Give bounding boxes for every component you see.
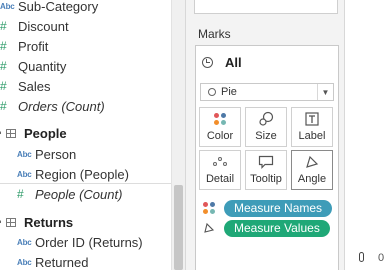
color-dots-icon (214, 110, 226, 128)
filters-card[interactable] (194, 0, 338, 14)
field-label: Person (35, 146, 77, 162)
color-dots-icon (202, 202, 216, 214)
dimension-abc-icon: Abc (17, 149, 32, 159)
field-label: Returned (35, 254, 89, 270)
field-quantity[interactable]: # Quantity (0, 56, 66, 76)
field-profit[interactable]: # Profit (0, 36, 48, 56)
data-pane-scrollbar[interactable] (171, 0, 185, 270)
size-button-label: Size (255, 130, 277, 142)
measure-names-shelf: Measure Names (202, 199, 333, 217)
mark-type-value: Pie (221, 86, 237, 98)
label-button-label: Label (298, 130, 326, 142)
angle-button-label: Angle (297, 173, 327, 185)
marks-card-title: Marks (198, 27, 231, 41)
axis-zero-marker (359, 252, 364, 262)
pie-mark-icon (202, 57, 213, 68)
measure-hash-icon: # (0, 79, 7, 93)
detail-dots-icon (213, 153, 227, 171)
table-people[interactable]: ▪ People (0, 123, 67, 143)
table-title: Returns (24, 214, 74, 230)
field-sales[interactable]: # Sales (0, 76, 51, 96)
detail-button-label: Detail (205, 173, 235, 185)
marks-all-label: All (225, 55, 242, 70)
angle-icon (202, 222, 216, 234)
table-icon (6, 217, 16, 227)
color-button[interactable]: Color (199, 107, 241, 147)
size-icon (258, 110, 274, 128)
size-button[interactable]: Size (245, 107, 287, 147)
marks-all-row[interactable]: All (202, 55, 242, 70)
table-returns[interactable]: ▪ Returns (0, 212, 73, 232)
field-returned[interactable]: Abc Returned (17, 252, 88, 270)
measure-hash-icon: # (0, 59, 7, 73)
field-order-id-returns[interactable]: Abc Order ID (Returns) (17, 232, 143, 252)
measure-names-pill[interactable]: Measure Names (224, 199, 333, 217)
field-label: Sales (18, 78, 51, 94)
label-button[interactable]: Label (291, 107, 333, 147)
field-label: Orders (Count) (18, 98, 105, 114)
measure-hash-icon: # (17, 187, 24, 201)
mark-type-dropdown[interactable]: Pie ▼ (200, 83, 334, 101)
cards-column: Marks All Pie ▼ Color Size Label Detail … (185, 0, 345, 270)
chevron-down-icon[interactable]: ▼ (317, 84, 333, 100)
field-label: Discount (18, 18, 69, 34)
measure-hash-icon: # (0, 39, 7, 53)
angle-button[interactable]: Angle (291, 150, 333, 190)
field-discount[interactable]: # Discount (0, 16, 69, 36)
field-orders-count[interactable]: # Orders (Count) (0, 96, 105, 116)
tooltip-button[interactable]: Tooltip (245, 150, 287, 190)
view-area (346, 0, 385, 270)
field-label: Quantity (18, 58, 67, 74)
detail-button[interactable]: Detail (199, 150, 241, 190)
color-button-label: Color (206, 130, 234, 142)
tooltip-button-label: Tooltip (250, 173, 282, 185)
marks-card: All Pie ▼ Color Size Label Detail Toolti… (195, 45, 339, 270)
dimension-abc-icon: Abc (17, 257, 32, 267)
field-people-count[interactable]: # People (Count) (17, 184, 122, 204)
table-title: People (24, 125, 67, 141)
measure-values-shelf: Measure Values (202, 219, 330, 237)
measure-hash-icon: # (0, 99, 7, 113)
pie-icon (208, 88, 216, 96)
field-person[interactable]: Abc Person (17, 144, 76, 164)
data-pane: Abc Sub-Category # Discount # Profit # Q… (0, 0, 171, 270)
scrollbar-thumb[interactable] (174, 185, 183, 270)
field-region-people[interactable]: Abc Region (People) (17, 164, 129, 184)
dimension-abc-icon: Abc (0, 1, 15, 11)
table-icon (6, 128, 16, 138)
measure-hash-icon: # (0, 19, 7, 33)
field-label: Profit (18, 38, 49, 54)
angle-icon (305, 153, 319, 171)
field-label: Order ID (Returns) (35, 234, 143, 250)
field-label: Sub-Category (18, 0, 99, 14)
field-label: People (Count) (35, 186, 123, 202)
field-label: Region (People) (35, 166, 129, 182)
measure-values-pill[interactable]: Measure Values (224, 219, 330, 237)
dimension-abc-icon: Abc (17, 237, 32, 247)
tooltip-speech-icon (258, 153, 274, 171)
field-sub-category[interactable]: Abc Sub-Category (0, 0, 98, 16)
axis-zero-label: 0 (378, 252, 385, 264)
dimension-abc-icon: Abc (17, 169, 32, 179)
label-t-icon (305, 110, 319, 128)
